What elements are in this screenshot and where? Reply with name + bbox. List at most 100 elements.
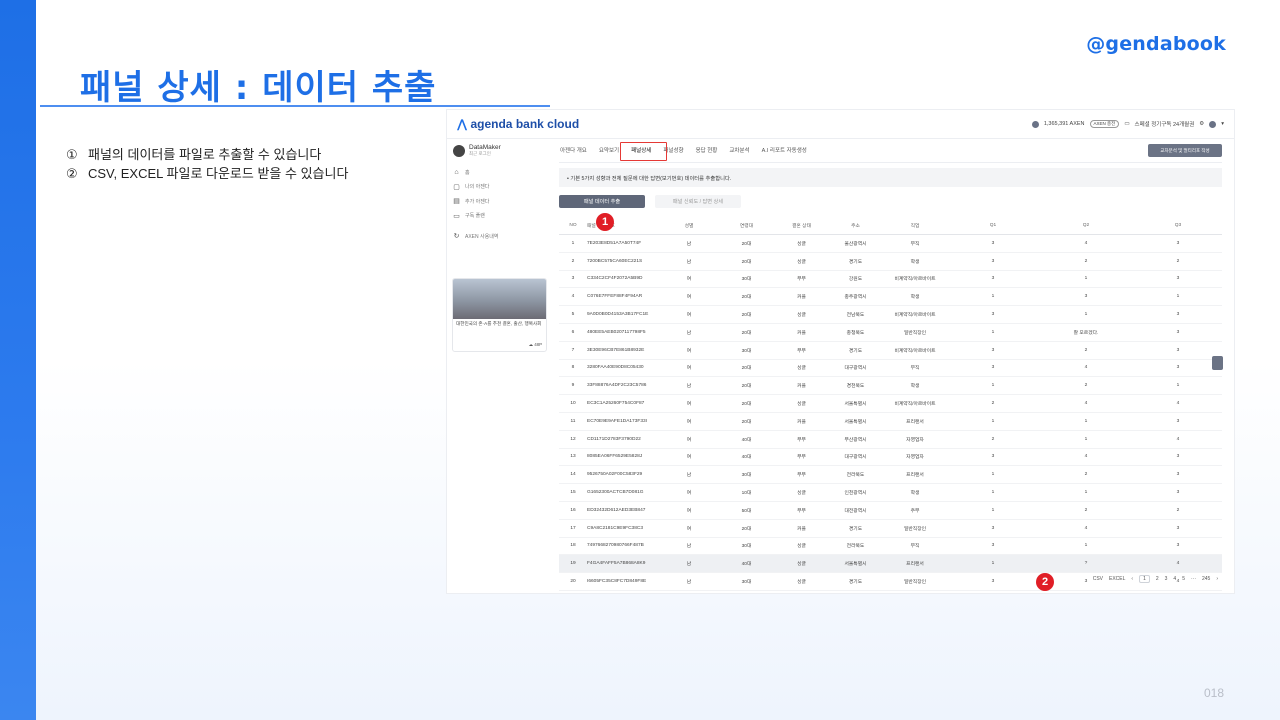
next-page-button[interactable]: › (1216, 576, 1218, 582)
csv-download-button[interactable]: CSV (1093, 576, 1103, 582)
tab-ai-report[interactable]: A.I 리포트 자동생성 (761, 146, 808, 154)
table-cell: 잘 모르겠다. (1073, 330, 1099, 336)
table-row[interactable]: 2 7200BC575CA60EC221S 남 20대 싱글 경기도 학생 3 2 2 (559, 253, 1222, 271)
settings-icon[interactable]: ⚙ (1199, 121, 1204, 127)
table-cell: 학생 (910, 491, 920, 497)
table-cell: 5 (571, 312, 575, 318)
column-header: 주소 (851, 224, 860, 229)
page-button[interactable]: 4 (1173, 576, 1176, 582)
table-cell: 20대 (741, 241, 752, 247)
app-header: ⋀ agenda bank cloud 1,365,391 AXEN AXEN … (447, 110, 1234, 139)
document-icon: ▤ (453, 198, 460, 206)
button-row: 패널 데이터 추출 패널 신뢰도 / 답변 상세 (559, 195, 741, 208)
last-page-button[interactable]: 245 (1202, 576, 1210, 582)
highlight-box (620, 142, 667, 161)
table-row[interactable]: 11 EC70E9E9AFE1DA173F33I 여 20대 커플 서울특별시 프리랜서 1 1… (559, 413, 1222, 431)
table-cell: 경기도 (848, 526, 863, 532)
table-cell: 싱글 (797, 366, 806, 372)
table-cell: 서울특별시 (844, 562, 867, 568)
table-cell: 3280FAA40E90D8C05430 (587, 365, 644, 371)
table-cell: EC3C1A25260F754C0F87 (587, 401, 645, 407)
table-cell: 싱글 (797, 580, 806, 586)
table-cell: 9526750A02F00C583F29 (587, 472, 643, 478)
table-row[interactable]: 19 F4GA4FAFF5A7B868A8K9 남 40대 싱글 서울특별시 프리랜서 1? 4 (559, 555, 1222, 574)
sidebar-item-axen-history[interactable]: ↻ AXEN 사용내역 (453, 229, 499, 244)
description-number: ① (66, 147, 78, 162)
table-cell: 6 (571, 329, 575, 335)
sidebar: DataMaker 최근 로그인 ⌂ 홈 ▢ 나의 아젠다 ▤ 추가 아젠다 ▭ 구독 … (447, 138, 555, 593)
table-row[interactable]: 12 CD1171D2783F3790D22 여 40대 부부 부산광역시 자영업자 2 1 4 (559, 431, 1222, 449)
table-cell: 8085EA06FF6529E5828J (587, 454, 643, 460)
agenda-card[interactable]: 대한민국의 존·A를 추천 결혼, 출산, 행복사회 ☁ 48P (452, 278, 547, 352)
tab-overview[interactable]: 아젠다 개요 (559, 146, 588, 154)
sidebar-item-my-agenda[interactable]: ▢ 나의 아젠다 (453, 180, 498, 195)
table-cell: 7200BC575CA60EC221S (587, 258, 643, 264)
title-underline (40, 105, 550, 107)
table-cell: 전라북도 (846, 473, 865, 479)
table-cell: 30대 (741, 348, 752, 354)
table-cell: 30대 (741, 277, 752, 283)
table-row[interactable]: 3 C334C2CF4F2072A5B9D 여 30대 부부 강원도 비계약직/아르바이트 3… (559, 271, 1222, 289)
table-cell: 4 (571, 294, 575, 300)
page-button[interactable]: 2 (1156, 576, 1159, 582)
table-row[interactable]: 15 G1652300ACTCB7D081G 여 10대 싱글 인천광역시 학생 1 1 3 (559, 484, 1222, 502)
prev-page-button[interactable]: ‹ (1131, 576, 1133, 582)
table-cell: 남 (686, 259, 692, 265)
table-cell: 싱글 (797, 259, 806, 265)
page-button[interactable]: 3 (1165, 576, 1168, 582)
table-cell: 3 (1176, 418, 1180, 424)
table-row[interactable]: 5 9A0D0B0D4153A3B17FC1E 여 20대 싱글 전남북도 비계약직/아르바… (559, 306, 1222, 324)
table-cell: 무직 (910, 366, 920, 372)
page-button[interactable]: 1 (1139, 575, 1150, 583)
table-row[interactable]: 8 3280FAA40E90D8C05430 여 20대 싱글 대구광역시 무직 3 4 3 (559, 360, 1222, 378)
table-row[interactable]: 14 9526750A02F00C583F29 남 30대 부부 전라북도 프리랜서 1 2 3 (559, 466, 1222, 485)
panel-data-extract-button[interactable]: 패널 데이터 추출 (559, 195, 645, 208)
table-row[interactable]: 17 C9A8C2181C9E9FC38C3 여 20대 커플 경기도 일반직장인 3 4 3 (559, 520, 1222, 538)
tab-summary[interactable]: 요약보기 (598, 146, 620, 154)
table-row[interactable]: 9 33F88876A4DF2C23C5786 남 20대 커플 경천북도 학생 1 2 1 (559, 377, 1222, 396)
page-button[interactable]: 5 (1182, 576, 1185, 582)
table-row[interactable]: 16 ED32432D612AED3EB847 여 50대 부부 대전광역시 주부 1 2 2 (559, 502, 1222, 520)
excel-download-button[interactable]: EXCEL (1109, 576, 1125, 582)
table-cell: C9A8C2181C9E9FC38C3 (587, 525, 643, 531)
table-cell: 경기도 (848, 348, 863, 354)
table-row[interactable]: 4 C076E7FFEF88F4F94AR 여 20대 커플 충주광역시 학생 1 3 1 (559, 288, 1222, 307)
table-cell: 충청북도 (846, 330, 865, 336)
table-row[interactable]: 6 480EE5AEB0207117798F5 남 20대 커플 충청북도 일반직장인 1 잘 … (559, 324, 1222, 342)
tab-response-status[interactable]: 응답 현황 (695, 146, 719, 154)
app-logo[interactable]: ⋀ agenda bank cloud (457, 117, 579, 131)
sidebar-item-home[interactable]: ⌂ 홈 (453, 165, 498, 180)
user-avatar-icon[interactable] (1209, 120, 1217, 128)
table-cell: 3 (991, 454, 995, 460)
table-cell: 경천북도 (846, 384, 865, 390)
table-row[interactable]: 7 3E30E96CB7E861B8932E 여 30대 부부 경기도 비계약직/아르바이트… (559, 342, 1222, 360)
subscription-icon: ▭ (1124, 121, 1130, 127)
table-cell: 16 (570, 507, 576, 513)
sidebar-item-plan[interactable]: ▭ 구독 플랜 (453, 209, 498, 224)
table-cell: 1 (1176, 294, 1180, 300)
table-row[interactable]: 10 EC3C1A25260F754C0F87 여 20대 싱글 서울특별시 비계약직/아르… (559, 395, 1222, 413)
table-row[interactable]: 1 7E203E8D51A7A50T74F 남 20대 싱글 울산광역시 무직 3 4 3 (559, 235, 1222, 253)
table-cell: 커플 (797, 295, 806, 301)
sidebar-item-add-agenda[interactable]: ▤ 추가 아젠다 (453, 194, 498, 209)
table-cell: 인천광역시 (844, 491, 867, 497)
points-balance: 1,365,391 AXEN (1043, 121, 1085, 127)
table-cell: 3 (991, 312, 995, 318)
table-cell: 여 (686, 419, 692, 425)
table-cell: 3 (991, 543, 995, 549)
table-cell: 대구광역시 (844, 455, 867, 461)
floating-settings-icon[interactable] (1212, 356, 1223, 370)
table-cell: 싱글 (797, 313, 806, 319)
tab-cross-analysis[interactable]: 교차분석 (728, 146, 750, 154)
table-row[interactable]: 18 7497668270980766F487B 남 30대 싱글 전라북도 무직 3 1 3 (559, 538, 1222, 556)
cross-analysis-button[interactable]: 교차분석 및 멀티리포 작성 (1148, 144, 1222, 157)
table-cell: 대전광역시 (844, 508, 867, 514)
table-cell: 30대 (741, 580, 752, 586)
table-cell: 남 (686, 580, 692, 586)
charge-button[interactable]: AXEN 충전 (1089, 120, 1120, 128)
panel-trust-button[interactable]: 패널 신뢰도 / 답변 상세 (655, 195, 741, 208)
chevron-down-icon[interactable]: ▾ (1221, 121, 1224, 127)
table-cell: 7 (571, 347, 575, 353)
table-row[interactable]: 13 8085EA06FF6529E5828J 여 40대 부부 대구광역시 자영업자 3 4 3 (559, 449, 1222, 467)
table-cell: 3 (1176, 365, 1180, 371)
